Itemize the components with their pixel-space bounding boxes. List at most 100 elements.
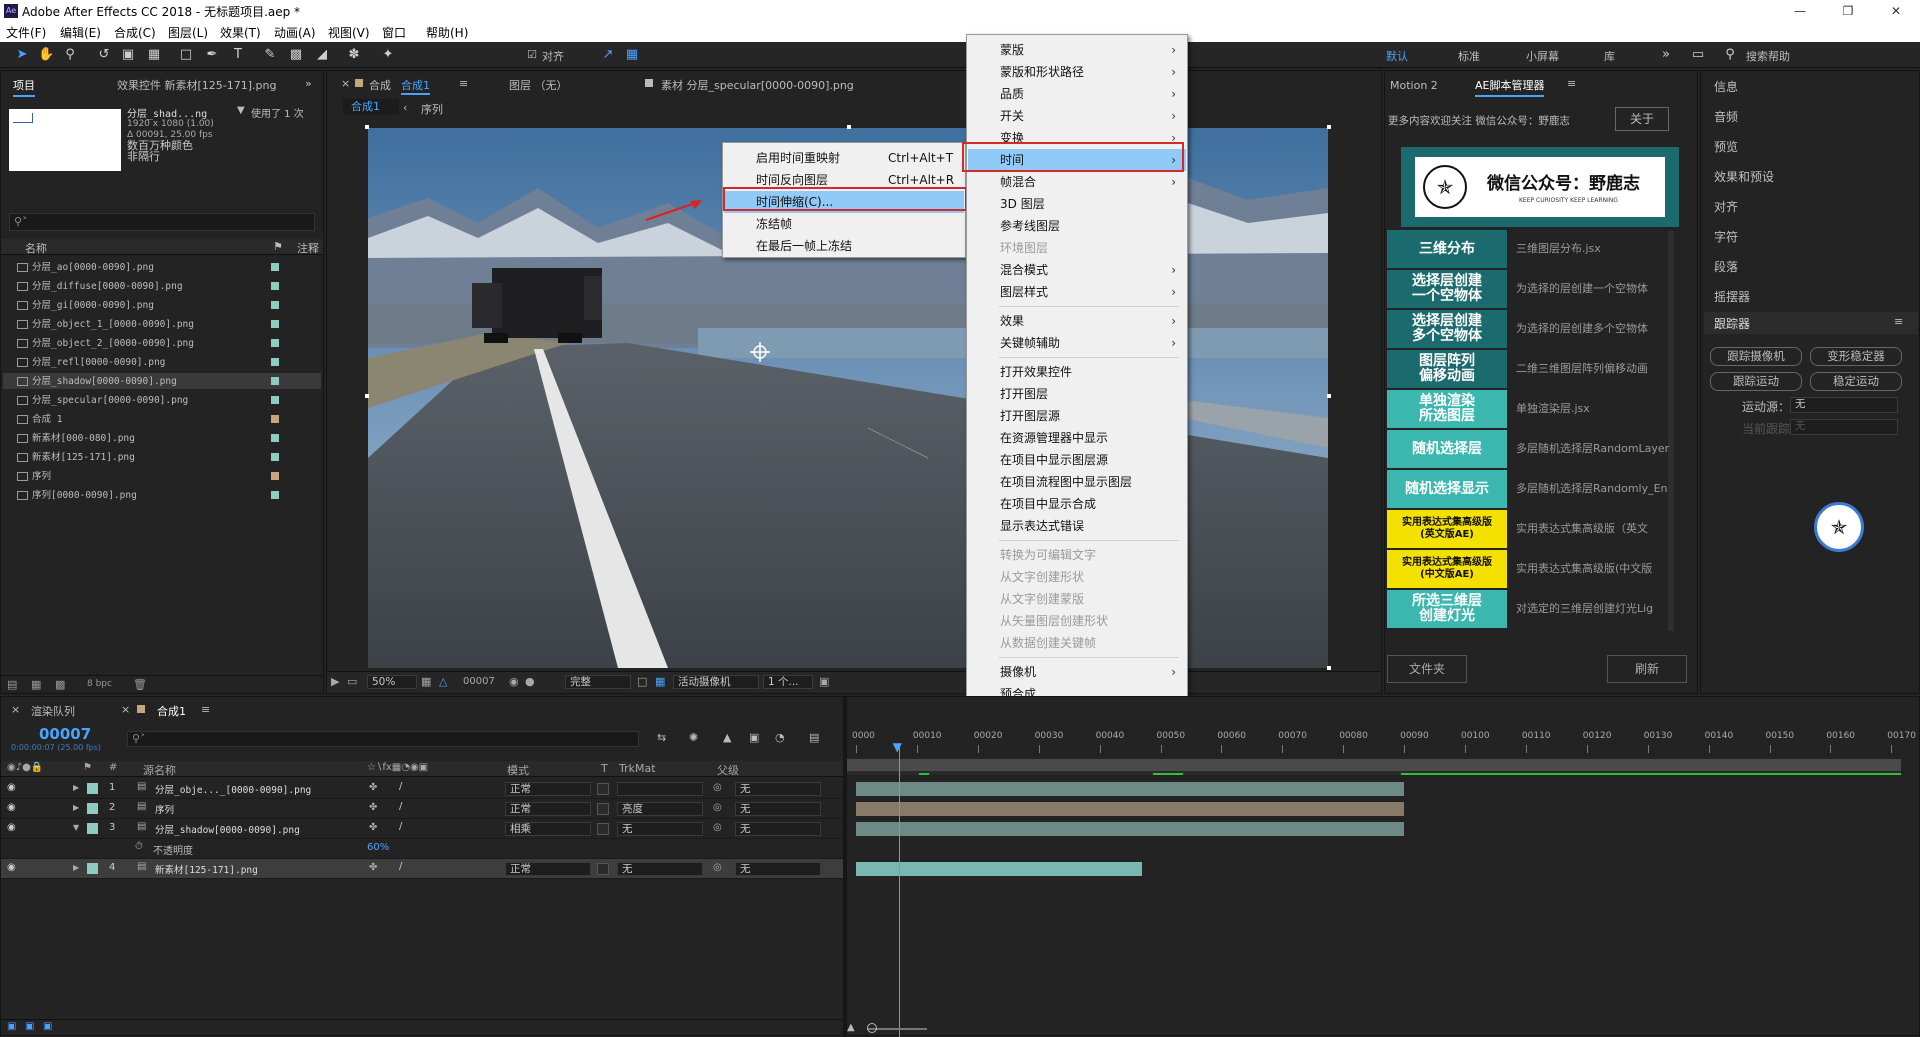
script-button[interactable]: 单独渲染 所选图层	[1387, 390, 1507, 428]
layer-label-color[interactable]	[87, 823, 98, 834]
handle-ml[interactable]	[365, 394, 369, 398]
graph-editor-icon[interactable]: ▤	[809, 731, 819, 744]
context-menu-item[interactable]: 蒙版 ›	[968, 39, 1186, 61]
quality-switch-icon[interactable]: /	[399, 781, 402, 792]
in-out-toggle-icon[interactable]: ▣	[43, 1021, 52, 1032]
workspace-2[interactable]: 小屏幕	[1526, 48, 1559, 64]
panel-menu-icon[interactable]: ×	[341, 77, 350, 90]
context-menu-item[interactable]: 在资源管理器中显示	[968, 427, 1186, 449]
project-item[interactable]: 分层_shadow[0000-0090].png	[3, 373, 321, 389]
hand-tool-icon[interactable]: ✋	[38, 47, 54, 63]
project-item[interactable]: 分层_ao[0000-0090].png	[3, 259, 321, 275]
mode-dropdown[interactable]: 相乘	[505, 822, 591, 836]
project-item[interactable]: 分层_object_2_[0000-0090].png	[3, 335, 321, 351]
tab-close-icon[interactable]: ×	[121, 703, 130, 716]
panel-item[interactable]: 摇摆器	[1714, 288, 1750, 305]
pen-tool-icon[interactable]: ✒	[204, 47, 220, 63]
eraser-tool-icon[interactable]: ◢	[314, 47, 330, 63]
breadcrumb-sequence[interactable]: 序列	[421, 101, 443, 117]
menu-1[interactable]: 编辑(E)	[60, 24, 101, 41]
panel-item[interactable]: 音频	[1714, 108, 1738, 125]
handle-tm[interactable]	[847, 125, 851, 129]
menu-8[interactable]: 帮助(H)	[426, 24, 468, 41]
tab-render-queue[interactable]: 渲染队列	[31, 703, 75, 719]
region-of-interest-icon[interactable]: □	[637, 675, 647, 688]
tab-composition[interactable]: 合成1	[401, 77, 430, 95]
time-submenu-item[interactable]: 在最后一帧上冻结	[724, 235, 964, 257]
label-color[interactable]	[271, 358, 279, 366]
layer-row[interactable]: ◉ ▼ 3 ▤ 分层_shadow[0000-0090].png ✤ / 相乘 无 ◎ 无	[1, 819, 843, 839]
layer-row[interactable]: ◉ ▶ 1 ▤ 分层_obje..._[0000-0090].png ✤ / 正常 ◎ 无	[1, 779, 843, 799]
project-search-input[interactable]: ⚲˃	[9, 213, 315, 231]
label-color[interactable]	[271, 282, 279, 290]
script-button[interactable]: 三维分布	[1387, 230, 1507, 268]
draft-3d-icon[interactable]: ✺	[689, 731, 698, 744]
script-description[interactable]: 对选定的三维层创建灯光Lig	[1516, 590, 1681, 628]
script-description[interactable]: 二维三维图层阵列偏移动画	[1516, 350, 1681, 388]
tracker-button[interactable]: 变形稳定器	[1810, 347, 1902, 366]
menu-4[interactable]: 效果(T)	[220, 24, 261, 41]
layer-label-color[interactable]	[87, 783, 98, 794]
transfer-controls-toggle-icon[interactable]: ▣	[25, 1021, 34, 1032]
new-comp-icon[interactable]: ▩	[55, 678, 65, 691]
mode-dropdown[interactable]: 正常	[505, 862, 591, 876]
parent-pickwhip-icon[interactable]: ◎	[713, 802, 722, 813]
parent-dropdown[interactable]: 无	[735, 862, 821, 876]
layer-name[interactable]: 分层_shadow[0000-0090].png	[155, 822, 365, 836]
layer-duration-bar[interactable]	[856, 822, 1405, 836]
parent-dropdown[interactable]: 无	[735, 802, 821, 816]
time-submenu-item[interactable]: 启用时间重映射 Ctrl+Alt+T	[724, 147, 964, 169]
minimize-button[interactable]: —	[1780, 0, 1820, 22]
rotate-tool-icon[interactable]: ↺	[96, 47, 112, 63]
menu-3[interactable]: 图层(L)	[168, 24, 208, 41]
context-menu-item[interactable]: 显示表达式错误	[968, 515, 1186, 537]
rectangle-tool-icon[interactable]: □	[178, 47, 194, 63]
preserve-transparency-checkbox[interactable]	[597, 823, 609, 835]
tab-layer[interactable]: 图层 （无）	[509, 77, 568, 93]
panel-overflow-icon[interactable]: »	[305, 77, 312, 90]
project-item[interactable]: 序列[0000-0090].png	[3, 487, 321, 503]
layer-duration-bar[interactable]	[856, 802, 1405, 816]
script-description[interactable]: 单独渲染层.jsx	[1516, 390, 1681, 428]
preserve-transparency-checkbox[interactable]	[597, 863, 609, 875]
work-area-bar[interactable]	[847, 759, 1901, 771]
script-button[interactable]: 选择层创建 一个空物体	[1387, 270, 1507, 308]
align-checkbox-icon[interactable]: ☑	[524, 47, 540, 63]
resolution-dropdown[interactable]: 完整	[565, 675, 631, 689]
script-button[interactable]: 实用表达式集高级版 (中文版AE)	[1387, 550, 1507, 588]
layer-switches-toggle-icon[interactable]: ▣	[7, 1021, 16, 1032]
expand-arrow-icon[interactable]: ▶	[73, 863, 79, 872]
label-color[interactable]	[271, 396, 279, 404]
frame-blending-icon[interactable]: ▣	[749, 731, 759, 744]
visibility-eye-icon[interactable]: ◉	[7, 782, 16, 793]
snap-options-icon[interactable]: ▦	[624, 47, 640, 63]
panel-item[interactable]: 效果和预设	[1714, 168, 1774, 185]
layer-row[interactable]: ◉ ▶ 4 ▤ 新素材[125-171].png ✤ / 正常 无 ◎ 无	[1, 859, 843, 879]
script-button[interactable]: 随机选择显示	[1387, 470, 1507, 508]
delete-icon[interactable]: 🗑	[133, 678, 147, 691]
trkmat-dropdown[interactable]	[617, 782, 703, 796]
column-trkmat[interactable]: TrkMat	[619, 762, 656, 775]
shy-switch-icon[interactable]: ✤	[369, 802, 377, 813]
tracker-menu-icon[interactable]: ≡	[1894, 315, 1903, 328]
context-menu-item[interactable]: 品质 ›	[968, 83, 1186, 105]
breadcrumb-comp1[interactable]: 合成1	[343, 99, 399, 115]
selection-tool-icon[interactable]: ➤	[14, 47, 30, 63]
parent-pickwhip-icon[interactable]: ◎	[713, 862, 722, 873]
panel-item[interactable]: 预览	[1714, 138, 1738, 155]
views-dropdown[interactable]: 1 个...	[763, 675, 813, 689]
time-submenu-item[interactable]: 冻结帧	[724, 213, 964, 235]
zoom-out-icon[interactable]: ▲	[847, 1022, 855, 1033]
layer-label-color[interactable]	[87, 803, 98, 814]
context-menu-item[interactable]: 开关 ›	[968, 105, 1186, 127]
zoom-dropdown[interactable]: 50%	[367, 675, 417, 689]
playhead-handle-icon[interactable]: ▼	[893, 741, 905, 753]
quality-switch-icon[interactable]: /	[399, 861, 402, 872]
label-color[interactable]	[271, 453, 279, 461]
parent-dropdown[interactable]: 无	[735, 822, 821, 836]
panel-item[interactable]: 段落	[1714, 258, 1738, 275]
playhead[interactable]	[898, 743, 900, 1037]
zoom-slider-knob[interactable]	[867, 1023, 877, 1033]
preserve-transparency-checkbox[interactable]	[597, 803, 609, 815]
label-color[interactable]	[271, 377, 279, 385]
